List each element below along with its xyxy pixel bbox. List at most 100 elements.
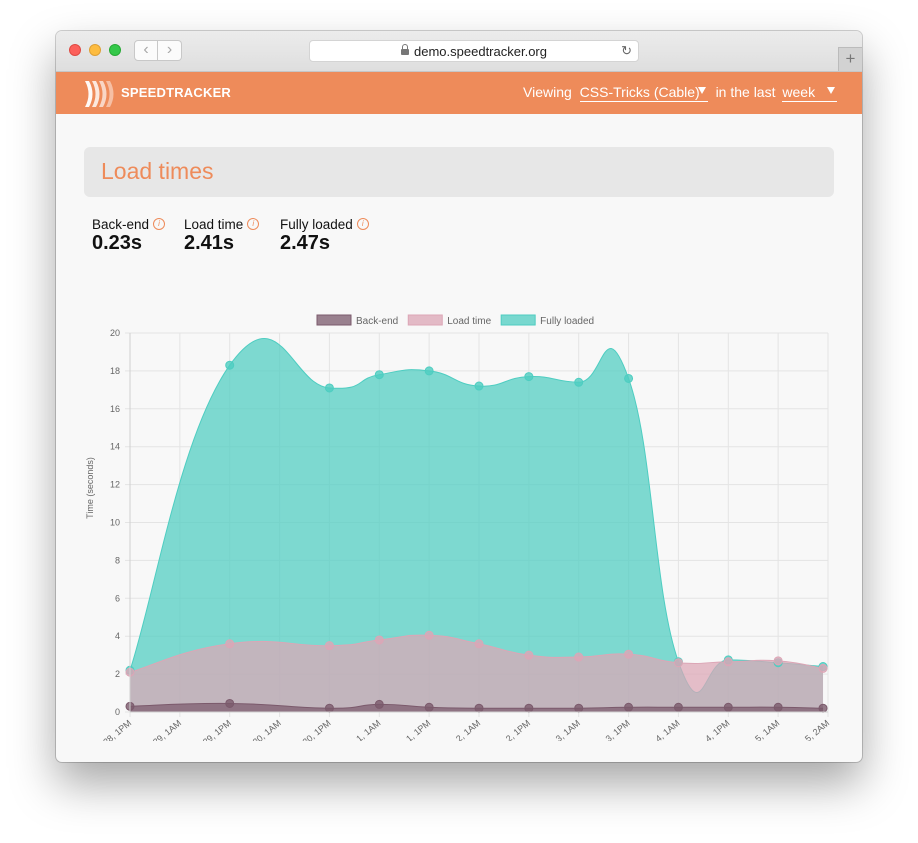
- metric-fully-loaded: Fully loaded i 2.47s: [280, 217, 369, 255]
- metric-value: 2.47s: [280, 232, 331, 254]
- legend-label: Back-end: [356, 316, 398, 327]
- load-time-point[interactable]: [225, 639, 235, 649]
- section-header: Load times: [84, 147, 834, 197]
- load-time-point[interactable]: [524, 650, 534, 660]
- back-end-point[interactable]: [773, 702, 783, 712]
- load-time-point[interactable]: [374, 635, 384, 645]
- period-select-value: week: [782, 84, 816, 100]
- metric-label: Load time: [184, 217, 244, 232]
- new-tab-button[interactable]: +: [838, 47, 862, 71]
- reload-icon[interactable]: ↻: [621, 43, 632, 59]
- load-time-point[interactable]: [818, 663, 828, 673]
- viewing-label: Viewing: [523, 84, 572, 100]
- back-end-point[interactable]: [374, 699, 384, 709]
- minimize-window-button[interactable]: [89, 44, 101, 56]
- fully-loaded-point[interactable]: [474, 381, 484, 391]
- load-time-point[interactable]: [324, 641, 334, 651]
- plus-icon: +: [845, 49, 856, 68]
- chart-areas: [129, 337, 824, 712]
- address-bar[interactable]: demo.speedtracker.org ↻: [309, 40, 639, 62]
- back-end-point[interactable]: [524, 703, 534, 713]
- y-tick-label: 6: [115, 593, 120, 603]
- x-tick-label: Nov 29, 1PM: [187, 718, 233, 741]
- load-times-chart: 02468101214161820Nov 28, 1PM Nov 29, 1AM N…: [85, 314, 831, 741]
- chart-legend: Back-end Load time Fully loaded: [316, 314, 594, 327]
- legend-item-back-end[interactable]: Back-end: [316, 314, 398, 327]
- metric-label: Fully loaded: [280, 217, 353, 232]
- y-tick-label: 4: [115, 631, 120, 641]
- close-window-button[interactable]: [69, 44, 81, 56]
- x-tick-label: Dec 3, 1AM: [540, 718, 582, 741]
- legend-item-load-time[interactable]: Load time: [407, 314, 492, 327]
- legend-swatch: [500, 314, 536, 326]
- y-tick-label: 12: [110, 480, 120, 490]
- info-icon[interactable]: i: [153, 218, 166, 231]
- back-end-point[interactable]: [474, 703, 484, 713]
- zoom-window-button[interactable]: [109, 44, 121, 56]
- legend-item-fully-loaded[interactable]: Fully loaded: [500, 314, 594, 327]
- back-end-point[interactable]: [624, 702, 634, 712]
- metric-back-end: Back-end i 0.23s: [92, 217, 166, 255]
- back-button[interactable]: ‹: [134, 40, 158, 61]
- info-icon[interactable]: i: [247, 218, 260, 231]
- back-end-point[interactable]: [424, 702, 434, 712]
- view-controls: Viewing CSS-Tricks (Cable) in the last w…: [523, 84, 838, 102]
- x-tick-label: Dec 3, 1PM: [589, 718, 631, 741]
- metric-value: 0.23s: [92, 232, 143, 254]
- chevron-left-icon: ‹: [143, 41, 149, 58]
- site-select[interactable]: CSS-Tricks (Cable): [579, 84, 708, 102]
- fully-loaded-point[interactable]: [324, 383, 334, 393]
- x-tick-label: Nov 30, 1AM: [237, 718, 283, 741]
- x-tick-label: Dec 1, 1AM: [340, 718, 382, 741]
- load-time-point[interactable]: [773, 656, 783, 666]
- fully-loaded-point[interactable]: [225, 360, 235, 370]
- metric-value: 2.41s: [184, 232, 235, 254]
- back-end-point[interactable]: [225, 698, 235, 708]
- back-end-point[interactable]: [723, 702, 733, 712]
- x-tick-label: Nov 30, 1PM: [286, 718, 332, 741]
- fully-loaded-point[interactable]: [374, 370, 384, 380]
- load-time-point[interactable]: [474, 639, 484, 649]
- load-time-point[interactable]: [673, 658, 683, 668]
- y-tick-label: 0: [115, 707, 120, 717]
- load-time-point[interactable]: [574, 652, 584, 662]
- x-tick-label: Dec 2, 1PM: [490, 718, 532, 741]
- title-bar: ‹ › demo.speedtracker.org ↻ +: [56, 31, 862, 72]
- brand-name: SPEEDTRACKER: [121, 85, 232, 100]
- lock-icon: [401, 43, 410, 55]
- load-time-point[interactable]: [723, 657, 733, 667]
- legend-label: Fully loaded: [540, 316, 594, 327]
- y-tick-label: 20: [110, 328, 120, 338]
- chevron-right-icon: ›: [166, 41, 173, 58]
- x-tick-label: Dec 4, 1AM: [639, 718, 681, 741]
- caret-down-icon: [697, 87, 706, 94]
- app-header: SPEEDTRACKER Viewing CSS-Tricks (Cable) …: [56, 72, 862, 114]
- back-end-point[interactable]: [673, 702, 683, 712]
- y-axis-title: Time (seconds): [85, 457, 95, 519]
- metric-label: Back-end: [92, 217, 150, 232]
- back-end-point[interactable]: [574, 703, 584, 713]
- forward-button[interactable]: ›: [158, 40, 182, 61]
- fully-loaded-point[interactable]: [574, 377, 584, 387]
- y-tick-label: 10: [110, 518, 120, 528]
- legend-swatch: [316, 314, 352, 326]
- fully-loaded-point[interactable]: [424, 366, 434, 376]
- y-tick-label: 8: [115, 555, 120, 565]
- load-time-point[interactable]: [624, 649, 634, 659]
- fully-loaded-point[interactable]: [624, 373, 634, 383]
- info-icon[interactable]: i: [356, 218, 369, 231]
- back-end-point[interactable]: [818, 703, 828, 713]
- load-time-point[interactable]: [424, 630, 434, 640]
- speedtracker-logo-icon: [85, 81, 114, 107]
- legend-label: Load time: [447, 316, 491, 327]
- period-prefix-label: in the last: [715, 84, 776, 100]
- caret-down-icon: [827, 87, 836, 94]
- period-select[interactable]: week: [782, 84, 838, 102]
- back-end-point[interactable]: [324, 703, 334, 713]
- legend-swatch: [407, 314, 443, 326]
- section-title: Load times: [101, 158, 214, 184]
- y-tick-label: 2: [115, 669, 120, 679]
- url-text: demo.speedtracker.org: [414, 44, 547, 59]
- x-tick-label: Dec 1, 1PM: [390, 718, 432, 741]
- fully-loaded-point[interactable]: [524, 372, 534, 382]
